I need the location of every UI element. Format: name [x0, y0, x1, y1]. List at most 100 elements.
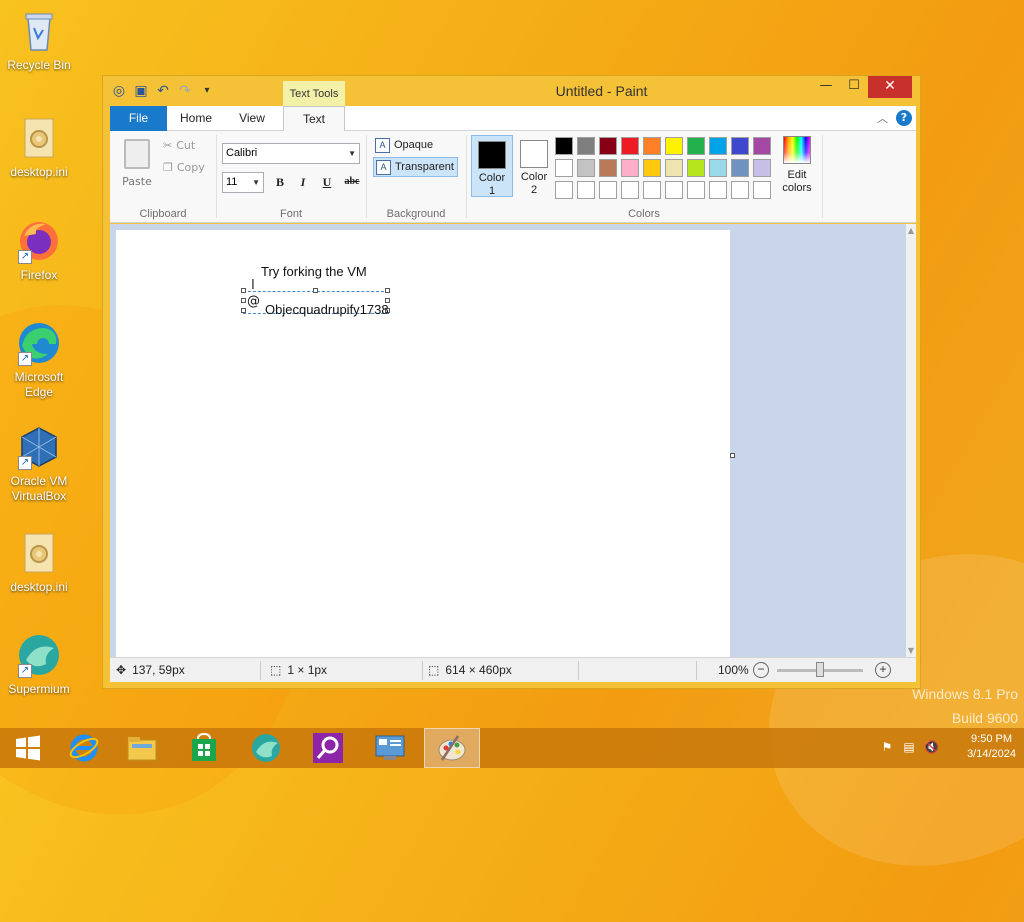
- clock[interactable]: 9:50 PM 3/14/2024: [967, 732, 1016, 762]
- settings-file-icon: [16, 115, 62, 161]
- minimize-ribbon-icon[interactable]: ︿: [877, 110, 888, 126]
- zoom-out-button[interactable]: −: [753, 662, 769, 678]
- zoom-in-button[interactable]: +: [875, 662, 891, 678]
- system-tray: ⚑ ▤ 🔇: [880, 740, 939, 754]
- palette-swatch[interactable]: [687, 159, 705, 177]
- palette-swatch[interactable]: [665, 159, 683, 177]
- edit-colors-button[interactable]: Edit colors: [778, 135, 816, 195]
- scroll-down-icon[interactable]: ▼: [906, 646, 916, 655]
- drawing-canvas[interactable]: Try forking the VM @ Objecquadrupify1738…: [116, 230, 730, 657]
- opaque-label: Opaque: [394, 139, 434, 151]
- palette-swatch[interactable]: [753, 137, 771, 155]
- tab-file[interactable]: File: [110, 106, 167, 131]
- palette-swatch[interactable]: [577, 137, 595, 155]
- palette-swatch[interactable]: [687, 137, 705, 155]
- desktop-icon-desktop-ini-2[interactable]: desktop.ini: [4, 530, 74, 595]
- palette-swatch[interactable]: [621, 181, 639, 199]
- palette-swatch[interactable]: [643, 159, 661, 177]
- tab-home[interactable]: Home: [173, 106, 219, 131]
- palette-swatch[interactable]: [753, 181, 771, 199]
- tab-text[interactable]: Text: [283, 106, 345, 132]
- taskbar-supermium[interactable]: [238, 728, 294, 768]
- volume-muted-icon[interactable]: 🔇: [924, 740, 939, 754]
- palette-swatch[interactable]: [577, 181, 595, 199]
- desktop-icon-edge[interactable]: ↗ Microsoft Edge: [4, 320, 74, 400]
- strikethrough-button[interactable]: abc: [340, 173, 364, 191]
- scroll-up-icon[interactable]: ▲: [906, 226, 916, 235]
- bold-button[interactable]: B: [271, 173, 289, 191]
- palette-swatch[interactable]: [599, 159, 617, 177]
- help-icon[interactable]: ?: [896, 110, 912, 126]
- network-icon[interactable]: ▤: [902, 740, 916, 754]
- cut-button[interactable]: ✂ Cut: [163, 139, 195, 152]
- palette-swatch[interactable]: [687, 181, 705, 199]
- palette-swatch[interactable]: [731, 137, 749, 155]
- desktop-icon-supermium[interactable]: ↗ Supermium: [4, 632, 74, 697]
- title-bar[interactable]: ◎ ▣ ↶ ↷ ▾ Text Tools Untitled - Paint — …: [103, 76, 920, 106]
- palette-swatch[interactable]: [643, 181, 661, 199]
- close-button[interactable]: ✕: [868, 76, 912, 98]
- taskbar-internet-explorer[interactable]: [56, 728, 112, 768]
- font-size-select[interactable]: 11 ▼: [222, 172, 264, 193]
- taskbar-control-panel[interactable]: [362, 728, 418, 768]
- font-family-select[interactable]: Calibri ▼: [222, 143, 360, 164]
- underline-button[interactable]: U: [318, 173, 336, 191]
- supermium-icon: [252, 734, 280, 762]
- start-button[interactable]: [0, 728, 56, 768]
- taskbar: ⚑ ▤ 🔇 9:50 PM 3/14/2024: [0, 728, 1024, 768]
- desktop-icon-recycle-bin[interactable]: Recycle Bin: [4, 8, 74, 73]
- palette-swatch[interactable]: [731, 181, 749, 199]
- cut-label: Cut: [176, 139, 196, 152]
- group-divider: [822, 135, 823, 218]
- palette-swatch[interactable]: [709, 137, 727, 155]
- palette-swatch[interactable]: [555, 181, 573, 199]
- palette-swatch[interactable]: [621, 159, 639, 177]
- resize-handle[interactable]: [313, 288, 318, 293]
- status-divider: [578, 661, 579, 680]
- taskbar-file-explorer[interactable]: [114, 728, 170, 768]
- copy-label: Copy: [176, 161, 205, 174]
- palette-swatch[interactable]: [665, 137, 683, 155]
- palette-swatch[interactable]: [555, 137, 573, 155]
- palette-swatch[interactable]: [731, 159, 749, 177]
- palette-swatch[interactable]: [665, 181, 683, 199]
- taskbar-store[interactable]: [176, 728, 232, 768]
- status-divider: [696, 661, 697, 680]
- desktop-icon-firefox[interactable]: ↗ Firefox: [4, 218, 74, 283]
- desktop-icon-desktop-ini[interactable]: desktop.ini: [4, 115, 74, 180]
- resize-handle[interactable]: [241, 298, 246, 303]
- opaque-button[interactable]: A Opaque: [373, 135, 436, 155]
- color1-button[interactable]: Color 1: [471, 135, 513, 197]
- desktop-icon-virtualbox[interactable]: ↗ Oracle VM VirtualBox: [4, 424, 74, 504]
- palette-swatch[interactable]: [753, 159, 771, 177]
- tab-view[interactable]: View: [230, 106, 274, 131]
- shortcut-arrow-icon: ↗: [18, 456, 32, 470]
- palette-swatch[interactable]: [709, 159, 727, 177]
- resize-handle[interactable]: [241, 308, 246, 313]
- taskbar-paint[interactable]: [424, 728, 480, 768]
- desktop-icon-label: desktop.ini: [10, 165, 68, 179]
- resize-handle[interactable]: [241, 288, 246, 293]
- palette-swatch[interactable]: [599, 137, 617, 155]
- transparent-button[interactable]: A Transparent: [373, 157, 458, 177]
- palette-swatch[interactable]: [555, 159, 573, 177]
- taskbar-search-app[interactable]: [300, 728, 356, 768]
- canvas-resize-handle[interactable]: [730, 453, 735, 458]
- vertical-scrollbar[interactable]: ▲ ▼: [906, 224, 916, 657]
- action-center-flag-icon[interactable]: ⚑: [880, 740, 894, 754]
- color2-button[interactable]: Color 2: [513, 135, 555, 197]
- palette-swatch[interactable]: [599, 181, 617, 199]
- italic-button[interactable]: I: [294, 173, 312, 191]
- minimize-button[interactable]: —: [812, 76, 840, 98]
- palette-swatch[interactable]: [709, 181, 727, 199]
- window-title: Untitled - Paint: [555, 83, 648, 99]
- scissors-icon: ✂: [163, 139, 173, 152]
- palette-swatch[interactable]: [577, 159, 595, 177]
- palette-swatch[interactable]: [621, 137, 639, 155]
- palette-swatch[interactable]: [643, 137, 661, 155]
- maximize-button[interactable]: ☐: [840, 76, 868, 98]
- zoom-slider-thumb[interactable]: [816, 662, 824, 677]
- copy-button[interactable]: ❐ Copy: [163, 161, 205, 174]
- paste-button[interactable]: Paste: [120, 139, 154, 188]
- resize-handle[interactable]: [385, 288, 390, 293]
